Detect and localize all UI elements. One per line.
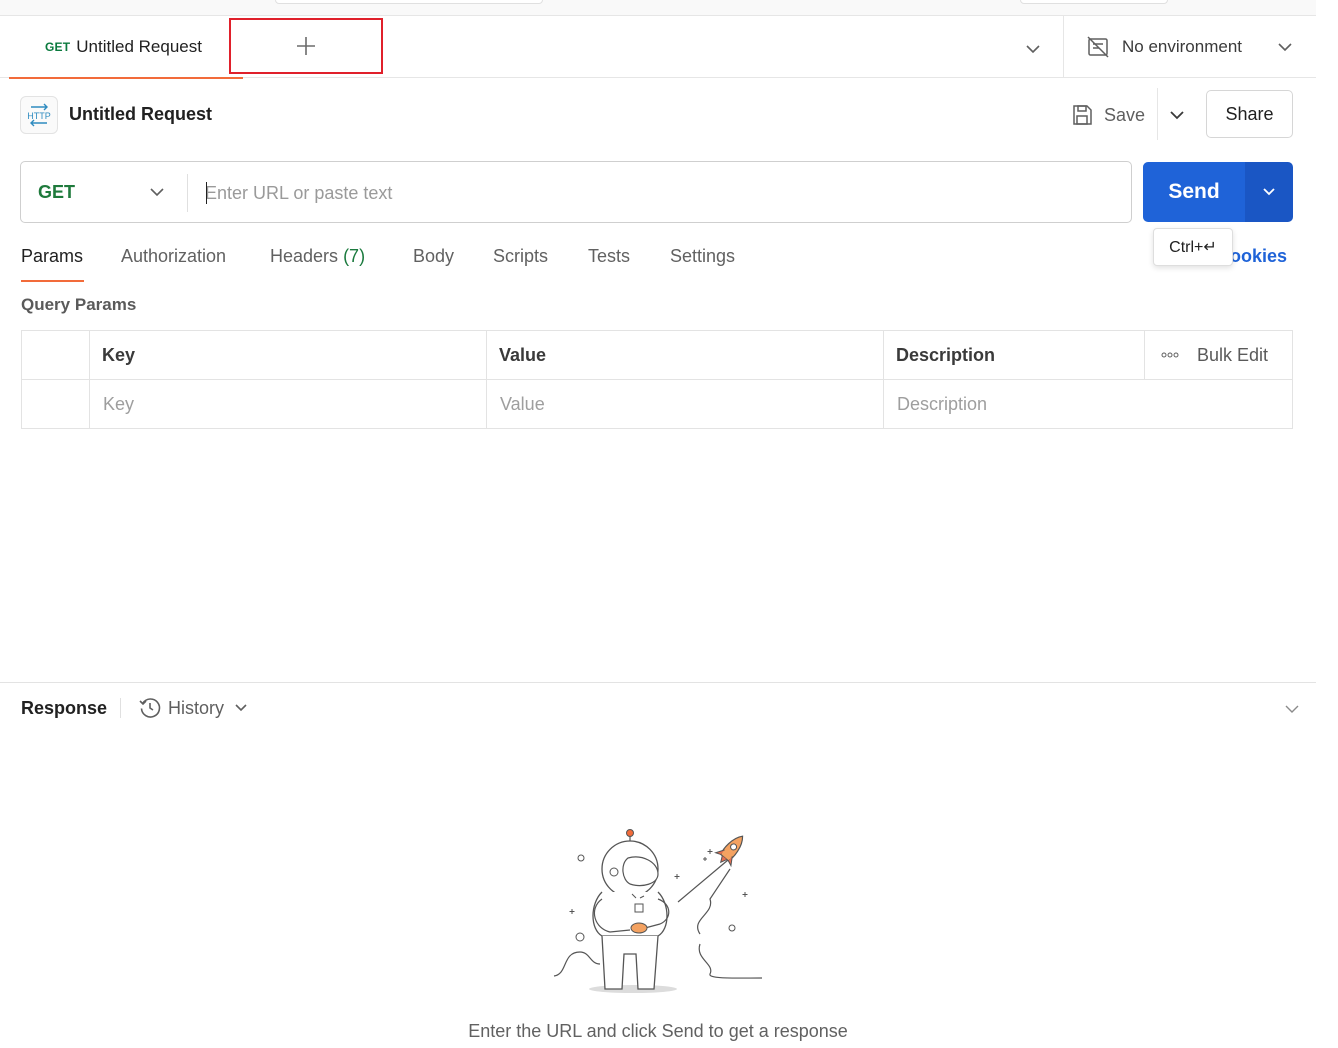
chevron-down-icon (235, 704, 247, 712)
svg-text:HTTP: HTTP (27, 111, 51, 121)
divider (187, 174, 188, 212)
search-bar-edge (275, 0, 543, 4)
history-button[interactable]: History (138, 695, 250, 721)
empty-response-message: Enter the URL and click Send to get a re… (468, 1021, 848, 1041)
table-row: Key Value Description (22, 380, 1292, 428)
key-column-header: Key (89, 331, 486, 379)
request-header: HTTP Untitled Request Save Share (0, 78, 1316, 152)
method-select[interactable]: GET (21, 162, 187, 222)
tab-body[interactable]: Body (413, 246, 454, 267)
tab-scripts[interactable]: Scripts (493, 246, 548, 267)
tab-label: Tests (588, 246, 631, 266)
tab-label: Params (21, 246, 84, 266)
value-input[interactable]: Value (486, 380, 883, 428)
send-options-button[interactable] (1245, 162, 1293, 222)
history-label: History (168, 697, 225, 718)
divider (1157, 88, 1158, 140)
tab-headers[interactable]: Headers (7) (270, 246, 365, 267)
query-params-table: Key Value Description Bulk Edit Key Valu… (21, 330, 1293, 429)
tab-label: Settings (670, 246, 736, 266)
more-options-icon (1161, 352, 1179, 358)
no-environment-icon (1087, 36, 1109, 58)
headers-count: (7) (343, 246, 366, 266)
tab-label: Scripts (493, 246, 549, 266)
row-checkbox-cell (22, 380, 89, 428)
response-title: Response (21, 698, 108, 718)
bulk-edit-button[interactable]: Bulk Edit (1144, 331, 1292, 379)
tab-title: Untitled Request (76, 37, 202, 56)
window-top-strip (0, 0, 1316, 16)
description-column-header: Description (883, 331, 1144, 379)
send-shortcut-tooltip: Ctrl+↵ (1153, 228, 1233, 266)
tab-untitled-request[interactable]: GET Untitled Request (9, 16, 243, 79)
active-tab-indicator (21, 280, 84, 282)
save-button[interactable]: Save (1070, 100, 1145, 130)
tab-label: Body (413, 246, 455, 266)
tab-label: Authorization (121, 246, 227, 266)
chevron-down-icon (1278, 43, 1292, 52)
url-bar: GET (20, 161, 1132, 223)
request-tab-bar: GET Untitled Request No environment (0, 16, 1316, 79)
text-caret (206, 182, 207, 204)
url-input[interactable] (205, 174, 1105, 212)
chevron-down-icon (1263, 188, 1275, 196)
tab-params[interactable]: Params (21, 246, 83, 267)
checkbox-column-header (22, 331, 89, 379)
new-tab-button[interactable] (229, 18, 383, 74)
request-title[interactable]: Untitled Request (69, 104, 212, 125)
tab-method-label: GET (45, 40, 71, 54)
save-options-chevron-down-icon[interactable] (1166, 104, 1188, 126)
header-control-edge (1020, 0, 1168, 4)
key-input[interactable]: Key (89, 380, 486, 428)
response-header: Response History (0, 682, 1316, 732)
environment-label: No environment (1122, 37, 1243, 56)
bulk-edit-label: Bulk Edit (1197, 344, 1269, 365)
tab-tests[interactable]: Tests (588, 246, 630, 267)
tab-settings[interactable]: Settings (670, 246, 735, 267)
collapse-response-chevron-icon[interactable] (1282, 699, 1302, 719)
save-icon (1073, 105, 1092, 125)
query-params-title: Query Params (21, 295, 137, 314)
description-input[interactable]: Description (883, 380, 1292, 428)
method-value: GET (38, 181, 76, 202)
plus-icon (297, 37, 315, 55)
tab-label: Headers (270, 246, 339, 266)
tab-authorization[interactable]: Authorization (121, 246, 226, 267)
chevron-down-icon (150, 188, 164, 197)
save-label: Save (1104, 104, 1146, 125)
send-button[interactable]: Send (1143, 162, 1245, 222)
astronaut-rocket-illustration (553, 829, 763, 993)
tab-list-chevron-down-icon[interactable] (1022, 38, 1044, 60)
value-column-header: Value (486, 331, 883, 379)
table-header-row: Key Value Description Bulk Edit (22, 331, 1292, 380)
divider (120, 698, 121, 718)
http-icon: HTTP (20, 96, 58, 134)
history-icon (139, 698, 161, 718)
share-button[interactable]: Share (1206, 90, 1293, 138)
environment-selector[interactable]: No environment (1063, 16, 1316, 78)
